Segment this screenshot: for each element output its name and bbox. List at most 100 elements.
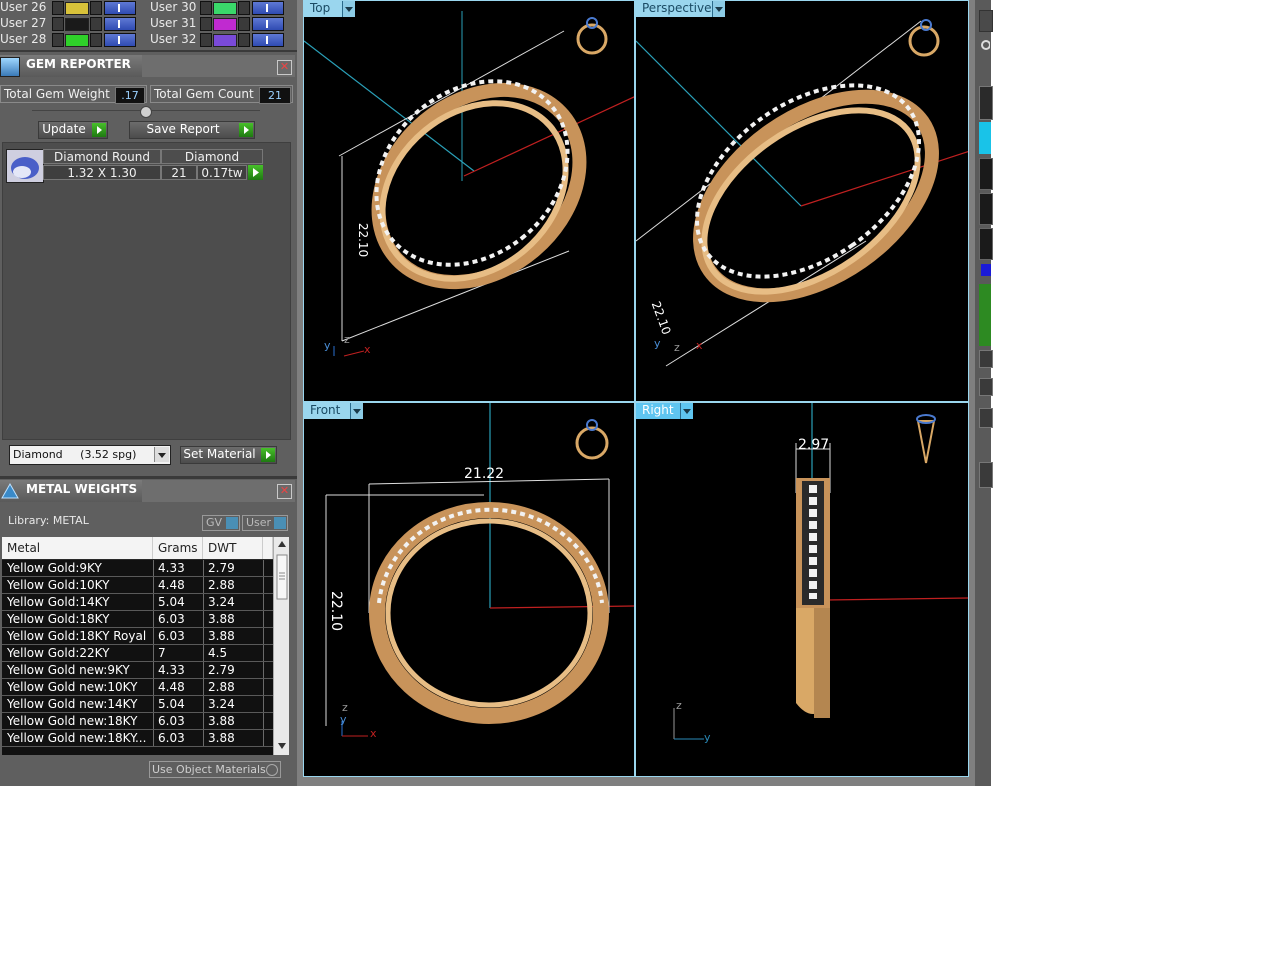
splitter-handle[interactable] (140, 106, 152, 118)
table-row[interactable]: Yellow Gold:22KY 7 4.5 (2, 645, 273, 662)
layer-row[interactable]: User 30 (150, 0, 290, 16)
viewport-top[interactable]: 22.10 y z x Top (303, 0, 635, 402)
column-separator (203, 662, 204, 678)
visibility-toggle[interactable] (252, 33, 284, 47)
lock-icon[interactable] (90, 33, 102, 47)
table-row[interactable]: Yellow Gold new:10KY 4.48 2.88 (2, 679, 273, 696)
user-toggle[interactable]: User (242, 515, 288, 531)
tab-right[interactable]: Right (636, 403, 680, 419)
column-header-dwt[interactable]: DWT (203, 537, 263, 559)
expand-icon[interactable] (200, 17, 212, 31)
save-report-button[interactable]: Save Report (129, 121, 255, 139)
play-button[interactable] (979, 284, 991, 346)
gv-toggle[interactable]: GV (202, 515, 240, 531)
layer-color-swatch[interactable] (65, 2, 89, 15)
visibility-toggle[interactable] (252, 17, 284, 31)
play-icon (239, 123, 253, 137)
visibility-toggle[interactable] (104, 1, 136, 15)
metal-dwt: 3.88 (208, 731, 235, 745)
save-report-label: Save Report (146, 122, 220, 136)
gem-size: 1.32 X 1.30 (43, 165, 161, 180)
toolbar-button[interactable] (979, 408, 993, 428)
expand-icon[interactable] (200, 33, 212, 47)
table-row[interactable]: Yellow Gold:18KY Royal 6.03 3.88 (2, 628, 273, 645)
expand-icon[interactable] (200, 1, 212, 15)
table-row-partial[interactable] (2, 747, 273, 755)
lock-icon[interactable] (238, 1, 250, 15)
toolbar-button[interactable] (979, 462, 993, 488)
layer-color-swatch[interactable] (213, 34, 237, 47)
expand-icon[interactable] (52, 33, 64, 47)
expand-icon[interactable] (52, 17, 64, 31)
column-header-grams[interactable]: Grams (153, 537, 203, 559)
layer-color-swatch[interactable] (65, 18, 89, 31)
table-row[interactable]: Yellow Gold new:18KY... 6.03 3.88 (2, 730, 273, 747)
layer-row[interactable]: User 26 (0, 0, 145, 16)
gem-play-button[interactable] (248, 165, 263, 180)
viewport-perspective[interactable]: 22.10 y z x Perspective (635, 0, 969, 402)
y-axis-label: y (340, 713, 347, 726)
viewport-right[interactable]: 2.97 z y Right (635, 402, 969, 777)
toolbar-button[interactable] (979, 378, 993, 396)
close-icon[interactable]: ✕ (277, 60, 292, 75)
update-button[interactable]: Update (38, 121, 108, 139)
gem-shape: Diamond Round (43, 149, 161, 164)
column-header-metal[interactable]: Metal (2, 537, 153, 559)
chevron-down-icon[interactable] (350, 403, 363, 419)
table-row[interactable]: Yellow Gold new:14KY 5.04 3.24 (2, 696, 273, 713)
use-object-materials-toggle[interactable]: Use Object Materials (149, 761, 281, 778)
layer-row[interactable]: User 31 (150, 16, 290, 32)
table-row[interactable]: Yellow Gold:14KY 5.04 3.24 (2, 594, 273, 611)
visibility-toggle[interactable] (104, 17, 136, 31)
metal-grams: 4.33 (158, 663, 185, 677)
gv-label: GV (206, 516, 223, 529)
color-swatch[interactable] (981, 264, 991, 276)
chevron-down-icon[interactable] (712, 1, 725, 17)
toolbar-button[interactable] (979, 10, 993, 32)
toolbar-button[interactable] (979, 158, 993, 190)
lock-icon[interactable] (90, 17, 102, 31)
layer-color-swatch[interactable] (213, 2, 237, 15)
chevron-down-icon[interactable] (680, 403, 693, 419)
layer-name: User 32 (150, 32, 197, 46)
column-separator (203, 560, 204, 576)
layer-row[interactable]: User 32 (150, 32, 290, 48)
tab-front[interactable]: Front (304, 403, 350, 419)
toolbar-button[interactable] (979, 193, 993, 225)
material-select[interactable]: Diamond (3.52 spg) (9, 445, 171, 465)
gem-reporter-header: GEM REPORTER (0, 55, 142, 77)
chevron-down-icon[interactable] (342, 1, 355, 17)
lock-icon[interactable] (90, 1, 102, 15)
table-row[interactable]: Yellow Gold new:9KY 4.33 2.79 (2, 662, 273, 679)
expand-icon[interactable] (52, 1, 64, 15)
viewport-front[interactable]: 21.22 22.10 z y x Front (303, 402, 635, 777)
layer-row[interactable]: User 27 (0, 16, 145, 32)
tab-top[interactable]: Top (304, 1, 342, 17)
toolbar-button[interactable] (979, 86, 993, 120)
lock-icon[interactable] (238, 17, 250, 31)
toolbar-button[interactable] (979, 228, 993, 260)
tab-perspective[interactable]: Perspective (636, 1, 714, 17)
layer-row[interactable]: User 28 (0, 32, 145, 48)
play-icon (261, 448, 275, 462)
toolbar-button-active[interactable] (979, 122, 991, 154)
close-icon[interactable]: ✕ (277, 484, 292, 499)
toolbar-button[interactable] (979, 350, 993, 368)
set-material-button[interactable]: Set Material (180, 446, 277, 464)
table-row[interactable]: Yellow Gold:9KY 4.33 2.79 (2, 560, 273, 577)
layer-color-swatch[interactable] (213, 18, 237, 31)
y-axis-label: y (324, 339, 331, 352)
chevron-down-icon[interactable] (154, 447, 169, 462)
scrollbar[interactable] (273, 537, 289, 755)
visibility-toggle[interactable] (104, 33, 136, 47)
visibility-toggle[interactable] (252, 1, 284, 15)
divider (0, 50, 297, 52)
gem-reporter-icon (0, 57, 20, 77)
table-row[interactable]: Yellow Gold new:18KY 6.03 3.88 (2, 713, 273, 730)
table-row[interactable]: Yellow Gold:18KY 6.03 3.88 (2, 611, 273, 628)
wrench-icon[interactable] (980, 36, 991, 54)
layer-color-swatch[interactable] (65, 34, 89, 47)
y-axis-label: y (704, 731, 711, 744)
table-row[interactable]: Yellow Gold:10KY 4.48 2.88 (2, 577, 273, 594)
lock-icon[interactable] (238, 33, 250, 47)
